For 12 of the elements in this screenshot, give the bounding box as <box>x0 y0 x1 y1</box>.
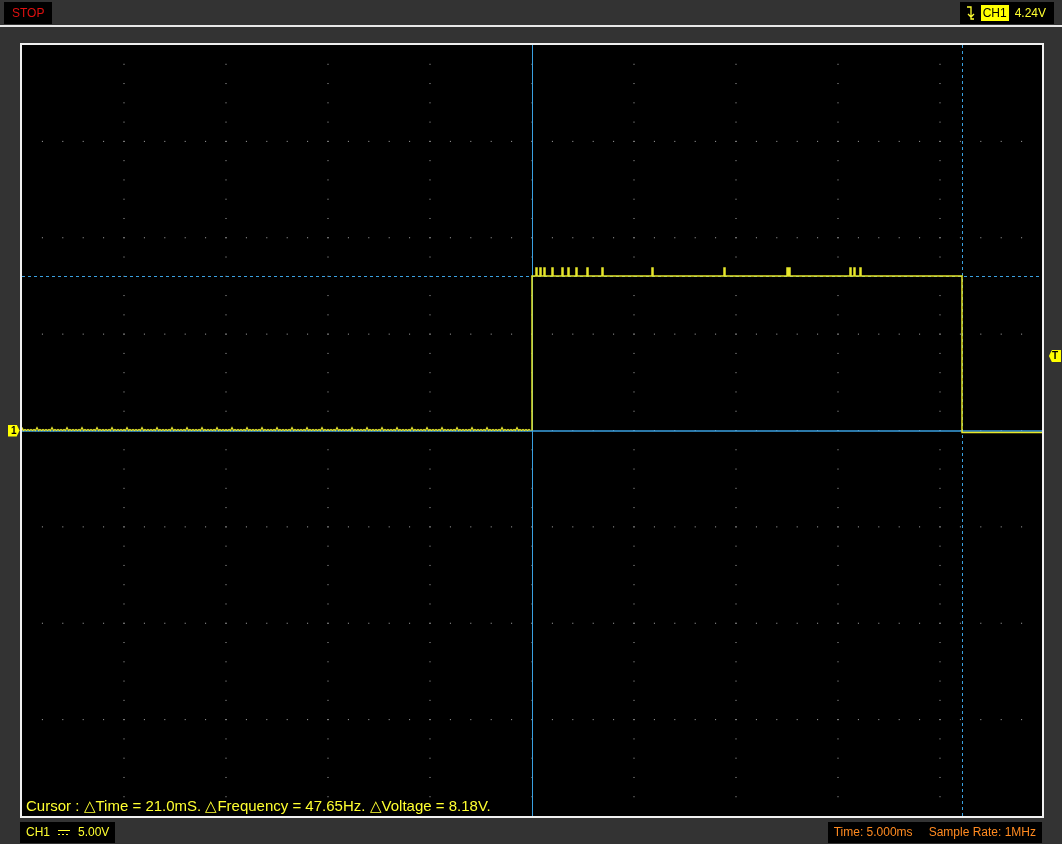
cursor-readout: Cursor : △Time = 21.0mS. △Frequency = 47.65Hz. △Voltage = 8.18V. <box>26 797 491 815</box>
channel-label: CH1 <box>26 825 50 839</box>
volts-per-div: 5.00V <box>78 825 110 839</box>
sample-rate: Sample Rate: 1MHz <box>928 825 1036 839</box>
dc-coupling-icon <box>58 828 70 836</box>
trigger-marker[interactable]: T <box>1048 350 1061 362</box>
run-status[interactable]: STOP <box>4 1 53 24</box>
trigger-voltage: 4.24V <box>1014 5 1046 20</box>
timebase: Time: 5.000ms <box>833 825 913 839</box>
trigger-channel: CH1 <box>980 4 1009 21</box>
channel-marker[interactable]: 1 <box>8 424 20 437</box>
rising-edge-icon <box>965 5 975 20</box>
